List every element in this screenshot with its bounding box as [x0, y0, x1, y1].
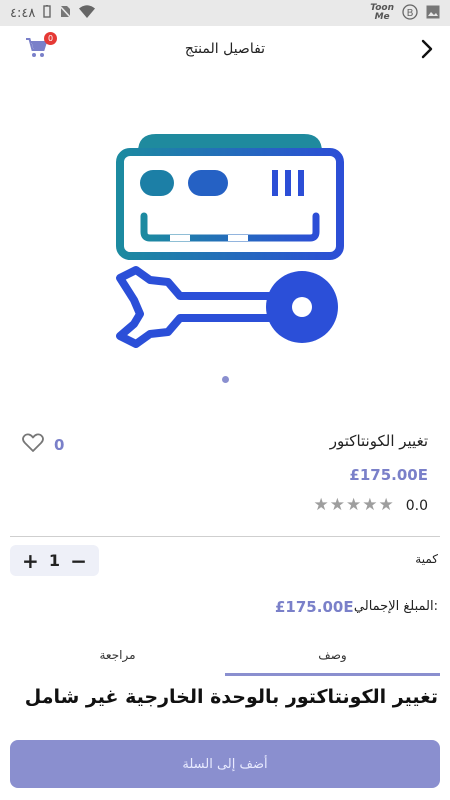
app-header: 0 تفاصيل المنتج — [0, 26, 450, 72]
status-bar: ٤:٤٨ Toon Me B — [0, 0, 450, 26]
cart-count-badge: 0 — [44, 32, 57, 45]
product-price: £175.00E — [349, 466, 428, 484]
quantity-value: 1 — [48, 551, 61, 570]
status-right: Toon Me B — [370, 4, 440, 23]
quantity-stepper: + 1 − — [10, 545, 99, 576]
tab-reviews[interactable]: مراجعة — [10, 644, 225, 676]
star-icon: ★ — [345, 495, 362, 515]
star-icon: ★ — [313, 495, 329, 515]
product-description: تغيير الكونتاكتور بالوحدة الخارجية غير ش… — [24, 686, 438, 708]
star-icon: ★ — [378, 495, 394, 515]
product-name: تغيير الكونتاكتور — [329, 432, 428, 450]
wifi-icon — [79, 5, 96, 21]
rating-row: ★ ★ ★ ★ ★ 0.0 — [313, 497, 428, 514]
toonme-logo: Toon Me — [370, 3, 394, 22]
heart-icon[interactable] — [22, 433, 44, 457]
total-value: £175.00E — [275, 598, 354, 616]
add-to-cart-button[interactable]: أضف إلى السلة — [10, 740, 440, 788]
rating-stars: ★ ★ ★ ★ ★ — [313, 497, 393, 514]
cart-button[interactable]: 0 — [26, 32, 57, 60]
product-image — [110, 120, 350, 360]
like-wrap: 0 — [22, 433, 64, 457]
like-count: 0 — [54, 436, 65, 454]
total-label: المبلغ الإجمالي: — [353, 599, 438, 614]
divider — [10, 536, 440, 537]
chevron-right-icon — [421, 39, 433, 59]
battery-icon — [43, 5, 52, 21]
tab-description[interactable]: وصف — [225, 644, 440, 676]
decrease-button[interactable]: − — [70, 551, 87, 571]
star-icon: ★ — [329, 495, 345, 515]
rating-value: 0.0 — [405, 497, 428, 514]
svg-text:B: B — [407, 8, 414, 19]
image-icon — [426, 5, 440, 22]
status-time: ٤:٤٨ — [10, 5, 36, 21]
page-title: تفاصيل المنتج — [184, 41, 266, 57]
no-sim-icon — [58, 4, 72, 21]
back-button[interactable] — [418, 37, 436, 61]
increase-button[interactable]: + — [22, 551, 39, 571]
carousel-dot[interactable] — [222, 376, 229, 383]
star-icon: ★ — [362, 495, 378, 515]
quantity-label: كمية — [415, 552, 438, 566]
tabs: وصف مراجعة — [10, 644, 440, 676]
status-left: ٤:٤٨ — [10, 4, 96, 21]
b-circle-icon: B — [402, 3, 418, 23]
